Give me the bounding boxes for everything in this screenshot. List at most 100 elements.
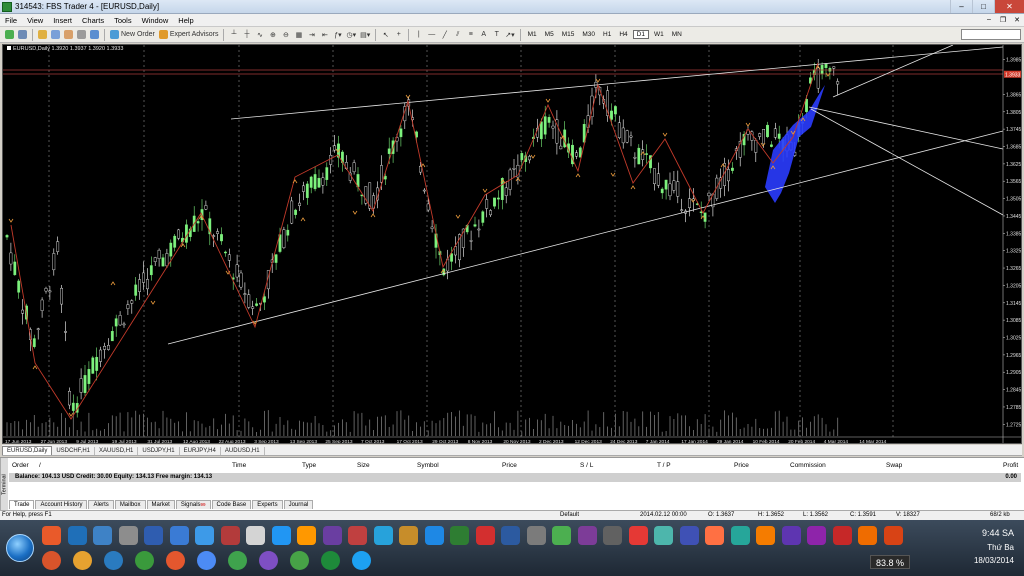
tf-mn[interactable]: MN [669, 31, 685, 38]
taskbar-pinned-icon[interactable] [577, 526, 597, 545]
menu-file[interactable]: File [0, 16, 22, 25]
col-sl[interactable]: S / L [580, 462, 593, 469]
taskbar-pinned-icon[interactable] [67, 526, 87, 545]
taskbar-pinned-icon[interactable] [373, 526, 393, 545]
tab-journal[interactable]: Journal [283, 500, 314, 509]
taskbar-pinned-icon[interactable] [832, 526, 852, 545]
tab-account-history[interactable]: Account History [35, 500, 88, 509]
text-icon[interactable]: A [478, 29, 489, 41]
col-order[interactable]: Order [12, 462, 29, 469]
horizontal-line-icon[interactable]: — [426, 29, 437, 41]
col-swap[interactable]: Swap [886, 462, 902, 469]
taskbar-pinned-icon[interactable] [705, 526, 724, 545]
tile-windows-icon[interactable]: ▦ [293, 29, 304, 41]
tab-market[interactable]: Market [146, 500, 175, 509]
taskbar-pinned-icon[interactable] [297, 526, 316, 545]
col-type[interactable]: Type [302, 462, 316, 469]
bar-chart-icon[interactable]: ┴ [228, 29, 239, 41]
col-profit[interactable]: Profit [1003, 462, 1018, 469]
mdi-close-button[interactable]: ✕ [1010, 16, 1024, 24]
start-button[interactable] [6, 534, 34, 562]
minimize-button[interactable]: – [950, 0, 972, 13]
candlestick-icon[interactable]: ┼ [241, 29, 252, 41]
taskbar-pinned-icon[interactable] [781, 526, 801, 545]
reload-icon[interactable] [228, 551, 247, 570]
price-chart[interactable]: 1.3985 1.3933 1.3865 1.3805 1.3745 1.3685 1.36… [3, 45, 1022, 444]
search-input[interactable] [961, 29, 1021, 40]
folder-icon[interactable] [73, 551, 92, 570]
chart-tab-eurjpy-h4[interactable]: EURJPY,H4 [180, 447, 221, 455]
col-price-current[interactable]: Price [734, 462, 749, 469]
tab-signals[interactable]: Signals99 [175, 500, 211, 509]
maximize-button[interactable]: □ [972, 0, 994, 13]
mdi-minimize-button[interactable]: – [982, 16, 996, 24]
tf-h4[interactable]: H4 [616, 31, 630, 38]
col-commission[interactable]: Commission [790, 462, 826, 469]
chart-tab-eurusd-daily[interactable]: EURUSD,Daily [2, 446, 53, 455]
chart-tab-audusd-h1[interactable]: AUDUSD,H1 [221, 447, 265, 455]
zoom-in-icon[interactable]: ⊕ [267, 29, 278, 41]
browser-green-icon[interactable] [135, 551, 154, 570]
taskbar-pinned-icon[interactable] [475, 526, 495, 545]
taskbar-pinned-icon[interactable] [552, 526, 571, 545]
channel-icon[interactable]: ⫽ [452, 29, 463, 41]
menu-tools[interactable]: Tools [109, 16, 137, 25]
taskbar-pinned-icon[interactable] [322, 526, 342, 545]
new-order-button[interactable]: New Order [109, 29, 156, 41]
taskbar-pinned-icon[interactable] [42, 526, 61, 545]
tf-m5[interactable]: M5 [542, 31, 557, 38]
taskbar-pinned-icon[interactable] [807, 526, 826, 545]
close-button[interactable]: ✕ [994, 0, 1024, 13]
col-sort[interactable]: / [39, 462, 41, 469]
tab-mailbox[interactable]: Mailbox [114, 500, 146, 509]
chart-window[interactable]: 1.3985 1.3933 1.3865 1.3805 1.3745 1.3685 1.36… [2, 44, 1022, 444]
line-chart-icon[interactable]: ∿ [254, 29, 265, 41]
taskbar-pinned-icon[interactable] [679, 526, 699, 545]
menu-view[interactable]: View [22, 16, 48, 25]
tf-m30[interactable]: M30 [579, 31, 598, 38]
chart-tab-usdchf-h1[interactable]: USDCHF,H1 [52, 447, 96, 455]
taskbar-pinned-icon[interactable] [424, 526, 444, 545]
chart-tab-xauusd-h1[interactable]: XAUUSD,H1 [95, 447, 139, 455]
tab-experts[interactable]: Experts [252, 500, 283, 509]
taskbar-pinned-icon[interactable] [169, 526, 189, 545]
navigator-icon[interactable] [63, 29, 74, 41]
new-chart-icon[interactable] [4, 29, 15, 41]
tf-w1[interactable]: W1 [651, 31, 667, 38]
crosshair-icon[interactable]: + [393, 29, 404, 41]
taskbar-pinned-icon[interactable] [220, 526, 240, 545]
col-price[interactable]: Price [502, 462, 517, 469]
utorrent-icon[interactable] [290, 551, 309, 570]
taskbar-pinned-icon[interactable] [756, 526, 775, 545]
viber-icon[interactable] [259, 551, 278, 570]
col-tp[interactable]: T / P [657, 462, 671, 469]
taskbar-pinned-icon[interactable] [603, 526, 622, 545]
firefox-icon[interactable] [166, 551, 185, 570]
status-traffic[interactable]: 68/2 kb [990, 512, 1010, 518]
taskbar-pinned-icon[interactable] [654, 526, 673, 545]
cursor-icon[interactable]: ↖ [380, 29, 391, 41]
taskbar-pinned-icon[interactable] [246, 526, 265, 545]
mdi-restore-button[interactable]: ❐ [996, 16, 1010, 24]
status-profile[interactable]: Default [560, 512, 579, 518]
taskbar-pinned-icon[interactable] [526, 526, 546, 545]
indicators-icon[interactable]: ƒ▾ [332, 29, 343, 41]
templates-icon[interactable]: ▤▾ [359, 29, 371, 41]
taskbar-pinned-icon[interactable] [271, 526, 291, 545]
tab-alerts[interactable]: Alerts [88, 500, 114, 509]
chart-shift-icon[interactable]: ⇤ [319, 29, 330, 41]
terminal-side-label[interactable]: Terminal [0, 458, 8, 511]
system-clock[interactable]: 9:44 SA Thứ Ba 18/03/2014 [930, 526, 1024, 574]
taskbar-pinned-icon[interactable] [450, 526, 469, 545]
tf-m15[interactable]: M15 [559, 31, 578, 38]
taskbar-pinned-icon[interactable] [144, 526, 163, 545]
profiles-icon[interactable] [17, 29, 28, 41]
market-watch-icon[interactable] [37, 29, 48, 41]
data-window-icon[interactable] [50, 29, 61, 41]
arrows-icon[interactable]: ↗▾ [504, 29, 515, 41]
col-time[interactable]: Time [232, 462, 246, 469]
taskbar-pinned-icon[interactable] [628, 526, 648, 545]
tab-code-base[interactable]: Code Base [211, 500, 252, 509]
menu-insert[interactable]: Insert [48, 16, 77, 25]
terminal-icon[interactable] [76, 29, 87, 41]
